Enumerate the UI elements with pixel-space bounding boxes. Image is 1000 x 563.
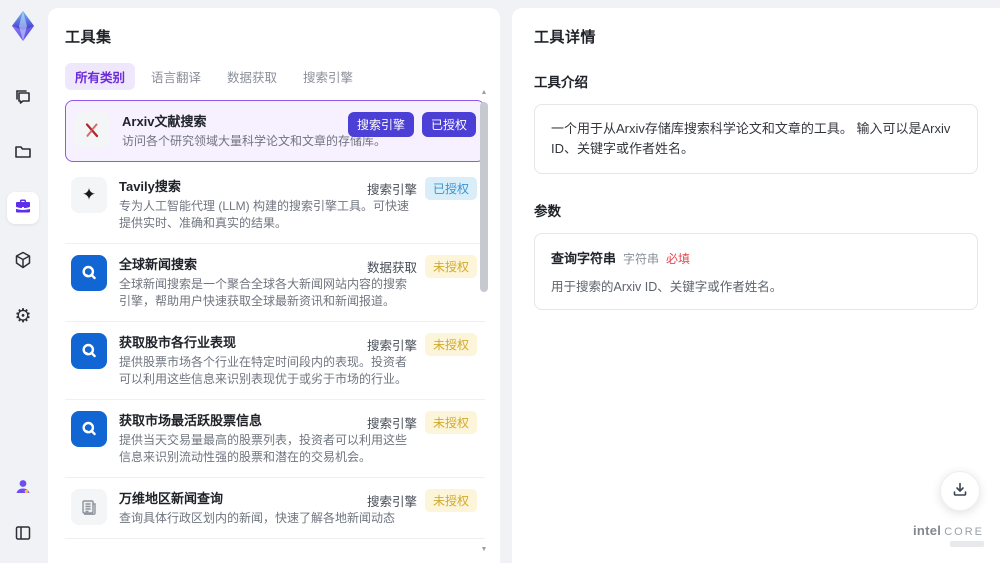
- news-search-logo-icon: [71, 255, 107, 291]
- tool-description: 提供股票市场各个行业在特定时间段内的表现。投资者可以利用这些信息来识别表现优于或…: [119, 355, 408, 386]
- intro-text: 一个用于从Arxiv存储库搜索科学论文和文章的工具。 输入可以是Arxiv ID…: [551, 121, 951, 156]
- gear-icon: ⚙: [14, 305, 32, 327]
- scroll-down-icon[interactable]: ▼: [481, 545, 488, 555]
- user-icon: [13, 477, 33, 502]
- auth-status-badge: 已授权: [424, 177, 477, 200]
- auth-status-badge: 未授权: [424, 489, 477, 512]
- list-scrollbar[interactable]: ▲ ▼: [479, 88, 489, 555]
- detail-panel-title: 工具详情: [534, 29, 597, 46]
- tool-description: 全球新闻搜索是一个聚合全球各大新闻网站内容的搜索引擎，帮助用户快速获取全球最新资…: [119, 277, 408, 308]
- stock-sector-logo-icon: [71, 333, 107, 369]
- category-label: 搜索引擎: [366, 417, 417, 431]
- tool-name: Tavily搜索: [119, 179, 181, 194]
- param-type: 字符串: [623, 252, 660, 266]
- sidebar-item-tools[interactable]: [7, 192, 39, 224]
- tool-name: 获取股市各行业表现: [119, 335, 237, 350]
- tools-panel: 工具集 所有类别 语言翻译 数据获取 搜索引擎 Arxiv文献搜索 访问各个研究…: [48, 8, 500, 563]
- sidebar-item-files[interactable]: [7, 138, 39, 170]
- sidebar-item-chat[interactable]: [7, 84, 39, 116]
- auth-status-badge: 未授权: [424, 333, 477, 356]
- tool-name: 获取市场最活跃股票信息: [119, 413, 263, 428]
- tool-card-sector-performance[interactable]: 获取股市各行业表现 提供股票市场各个行业在特定时间段内的表现。投资者可以利用这些…: [65, 322, 485, 400]
- brand-secondary: core: [944, 526, 984, 538]
- scroll-up-icon[interactable]: ▲: [481, 88, 488, 98]
- scrollbar-thumb[interactable]: [480, 102, 488, 292]
- auth-status-badge: 未授权: [424, 255, 477, 278]
- intro-box: 一个用于从Arxiv存储库搜索科学论文和文章的工具。 输入可以是Arxiv ID…: [534, 104, 978, 174]
- tool-name: 全球新闻搜索: [119, 257, 198, 272]
- arxiv-logo-icon: [74, 112, 110, 148]
- tab-data-acquisition[interactable]: 数据获取: [217, 63, 287, 90]
- brand-primary: intel: [912, 523, 942, 538]
- app-window: ⚙ 工具集 所有类别 语言翻译 数据获取 搜索引擎 Arxiv文献搜索 访问各个…: [0, 0, 1000, 563]
- scrollbar-track[interactable]: [480, 98, 488, 545]
- intro-heading: 工具介绍: [534, 75, 588, 90]
- tools-panel-title: 工具集: [65, 29, 112, 46]
- sidebar-bottom: [7, 473, 39, 551]
- tool-name: 万维地区新闻查询: [119, 491, 224, 506]
- tool-card-tavily[interactable]: ✦ Tavily搜索 专为人工智能代理 (LLM) 构建的搜索引擎工具。可快速提…: [65, 166, 485, 244]
- auth-status-badge: 已授权: [421, 112, 476, 137]
- param-name: 查询字符串: [551, 251, 617, 266]
- collapse-panel-button[interactable]: [7, 519, 39, 551]
- auth-status-badge: 未授权: [424, 411, 477, 434]
- tab-all-categories[interactable]: 所有类别: [65, 63, 136, 90]
- tab-search-engine[interactable]: 搜索引擎: [293, 63, 363, 90]
- app-logo-icon: [7, 10, 39, 42]
- category-badge: 搜索引擎: [347, 112, 414, 137]
- sidebar-item-settings[interactable]: ⚙: [7, 300, 39, 332]
- sidebar: ⚙: [0, 0, 46, 563]
- param-required-flag: 必填: [666, 252, 691, 266]
- category-label: 搜索引擎: [366, 183, 417, 197]
- tool-description: 专为人工智能代理 (LLM) 构建的搜索引擎工具。可快速提供实时、准确和真实的结…: [119, 199, 410, 230]
- tool-card-most-active-stocks[interactable]: 获取市场最活跃股票信息 提供当天交易量最高的股票列表，投资者可以利用这些信息来识…: [65, 400, 485, 478]
- folder-icon: [13, 142, 33, 167]
- sidebar-item-plugins[interactable]: [7, 246, 39, 278]
- category-label: 搜索引擎: [366, 495, 417, 509]
- tool-card-regional-news[interactable]: 万维地区新闻查询 查询具体行政区划内的新闻，快速了解各地新闻动态 搜索引擎 未授…: [65, 478, 485, 539]
- brand-sub-bar: [950, 541, 984, 547]
- param-description: 用于搜索的Arxiv ID、关键字或作者姓名。: [551, 280, 783, 294]
- active-stock-logo-icon: [71, 411, 107, 447]
- tool-description: 访问各个研究领域大量科学论文和文章的存储库。: [122, 134, 387, 148]
- tavily-sparkle-icon: ✦: [71, 177, 107, 213]
- category-label: 数据获取: [366, 261, 417, 275]
- tool-card-global-news[interactable]: 全球新闻搜索 全球新闻搜索是一个聚合全球各大新闻网站内容的搜索引擎，帮助用户快速…: [65, 244, 485, 322]
- params-heading: 参数: [534, 204, 561, 219]
- tool-description: 提供当天交易量最高的股票列表，投资者可以利用这些信息来识别流动性强的股票和潜在的…: [119, 433, 408, 464]
- tab-language-translation[interactable]: 语言翻译: [141, 63, 211, 90]
- intel-core-logo: intel core: [913, 523, 984, 547]
- download-button[interactable]: [940, 471, 980, 511]
- category-tabs: 所有类别 语言翻译 数据获取 搜索引擎: [65, 63, 500, 90]
- download-icon: [952, 481, 968, 502]
- toolbox-icon: [13, 196, 33, 221]
- cube-icon: [13, 250, 33, 275]
- param-box: 查询字符串 字符串 必填 用于搜索的Arxiv ID、关键字或作者姓名。: [534, 233, 978, 310]
- tool-detail-panel: 工具详情 工具介绍 一个用于从Arxiv存储库搜索科学论文和文章的工具。 输入可…: [512, 8, 1000, 563]
- tool-list: Arxiv文献搜索 访问各个研究领域大量科学论文和文章的存储库。 搜索引擎 已授…: [65, 100, 485, 539]
- chat-icon: [13, 88, 33, 113]
- tool-card-arxiv[interactable]: Arxiv文献搜索 访问各个研究领域大量科学论文和文章的存储库。 搜索引擎 已授…: [65, 100, 485, 162]
- tool-description: 查询具体行政区划内的新闻，快速了解各地新闻动态: [119, 511, 396, 525]
- category-label: 搜索引擎: [366, 339, 417, 353]
- tool-name: Arxiv文献搜索: [122, 114, 207, 129]
- sidebar-nav: ⚙: [7, 84, 39, 332]
- panel-layout-icon: [14, 524, 32, 547]
- user-avatar[interactable]: [7, 473, 39, 505]
- regional-news-logo-icon: [71, 489, 107, 525]
